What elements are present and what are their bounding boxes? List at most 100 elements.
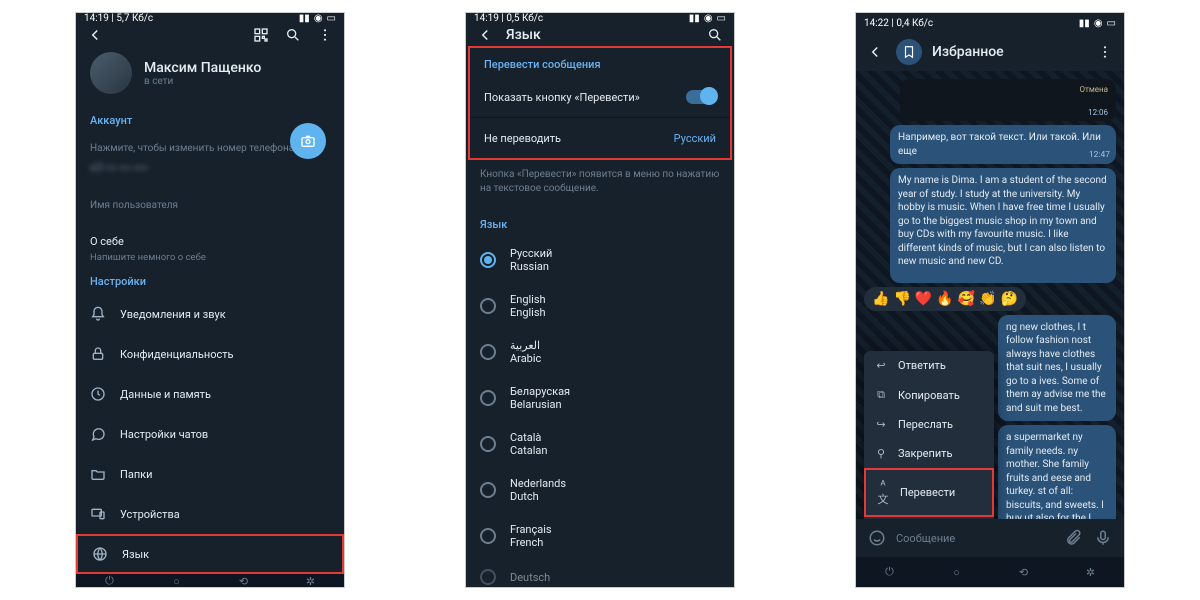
radio-unselected[interactable] [480, 482, 496, 498]
radio-unselected[interactable] [480, 528, 496, 544]
radio-unselected[interactable] [480, 298, 496, 314]
ctx-forward[interactable]: ↪Переслать [864, 410, 994, 439]
reaction-emoji[interactable]: 👎 [893, 291, 910, 307]
more-icon[interactable] [314, 24, 336, 46]
bio-row[interactable]: О себе Напишите немного о себе [76, 225, 344, 265]
lang-option[interactable]: FrançaisFrench [466, 513, 734, 559]
avatar[interactable] [90, 52, 132, 94]
lang-sub: Russian [510, 260, 552, 273]
lock-icon [90, 346, 106, 362]
nav-accessibility-icon[interactable]: ✲ [1083, 566, 1099, 579]
nav-home-icon[interactable]: ○ [169, 575, 185, 588]
reaction-emoji[interactable]: ❤️ [915, 291, 932, 307]
nav-back-icon[interactable]: ⟲ [1016, 566, 1032, 579]
status-bar: 14:19 | 5,7 Кб/с ▮▮ ◉ ▭ [76, 13, 344, 24]
ctx-translate[interactable]: ᴬ文Перевести [864, 468, 994, 517]
android-navbar: ⏻ ○ ⟲ ✲ [76, 574, 344, 588]
battery-icon: ▭ [717, 13, 726, 24]
settings-item-privacy[interactable]: Конфиденциальность [76, 334, 344, 374]
back-icon[interactable] [474, 24, 496, 46]
settings-label: Папки [120, 468, 330, 481]
lang-title: Français [510, 523, 552, 536]
search-icon[interactable] [704, 24, 726, 46]
folder-icon [90, 466, 106, 482]
chat-title: Избранное [932, 44, 1084, 60]
message-text: My name is Dima. I am a student of the s… [898, 175, 1107, 267]
nav-home-icon[interactable]: ○ [949, 566, 965, 579]
reaction-bar[interactable]: 👍 👎 ❤️ 🔥 🥰 👏 🤔 [864, 287, 1026, 311]
search-icon[interactable] [282, 24, 304, 46]
wifi-icon: ◉ [314, 13, 323, 24]
radio-selected[interactable] [480, 252, 496, 268]
context-menu: ↩Ответить ⧉Копировать ↪Переслать ⚲Закреп… [864, 351, 994, 519]
settings-item-devices[interactable]: Устройства [76, 494, 344, 534]
attach-icon[interactable] [1062, 527, 1084, 549]
lang-option[interactable]: БеларускаяBelarusian [466, 375, 734, 421]
lang-title: Deutsch [510, 571, 550, 584]
message-bubble-partial[interactable]: ng new clothes, I t follow fashion nost … [998, 315, 1116, 422]
bell-icon [90, 306, 106, 322]
radio-unselected[interactable] [480, 344, 496, 360]
radio-unselected[interactable] [480, 569, 496, 585]
more-icon[interactable] [1094, 41, 1116, 63]
ctx-label: Закрепить [898, 447, 952, 460]
toggle-on[interactable] [686, 90, 716, 104]
lang-option[interactable]: NederlandsDutch [466, 467, 734, 513]
ctx-reply[interactable]: ↩Ответить [864, 351, 994, 380]
radio-unselected[interactable] [480, 436, 496, 452]
profile-header[interactable]: Максим Пащенко в сети [76, 46, 344, 104]
settings-item-chat[interactable]: Настройки чатов [76, 414, 344, 454]
message-bubble[interactable]: My name is Dima. I am a student of the s… [890, 168, 1116, 283]
settings-item-language[interactable]: Язык [76, 534, 344, 574]
toolbar: Избранное [856, 33, 1124, 71]
emoji-icon[interactable] [866, 527, 888, 549]
username-row[interactable]: Имя пользователя [76, 185, 344, 225]
settings-item-data[interactable]: Данные и память [76, 374, 344, 414]
back-icon[interactable] [864, 41, 886, 63]
no-translate-row[interactable]: Не переводить Русский [470, 118, 730, 158]
language-section-head: Язык [466, 208, 734, 237]
lang-option[interactable]: CatalàCatalan [466, 421, 734, 467]
lang-option[interactable]: РусскийRussian [466, 237, 734, 283]
nav-back-icon[interactable]: ⟲ [236, 575, 252, 588]
settings-item-notifications[interactable]: Уведомления и звук [76, 294, 344, 334]
reaction-emoji[interactable]: 🥰 [958, 291, 975, 307]
status-time: 14:22 [864, 18, 889, 29]
lang-option[interactable]: Deutsch [466, 559, 734, 588]
signal-icon: ▮▮ [689, 13, 700, 24]
reaction-emoji[interactable]: 🤔 [1001, 291, 1018, 307]
lang-sub: English [510, 306, 546, 319]
phone-number-blurred[interactable]: +7 ••• ••• •••• [76, 156, 344, 185]
message-bubble-partial[interactable]: a supermarket ny family needs. ny mother… [998, 425, 1116, 519]
nav-power-icon[interactable]: ⏻ [882, 565, 898, 579]
lang-option[interactable]: العربيةArabic [466, 329, 734, 375]
change-photo-fab[interactable] [290, 123, 326, 159]
ctx-pin[interactable]: ⚲Закрепить [864, 439, 994, 468]
battery-icon: ▭ [327, 13, 336, 24]
settings-label: Настройки чатов [120, 428, 330, 441]
ctx-copy[interactable]: ⧉Копировать [864, 380, 994, 410]
radio-unselected[interactable] [480, 390, 496, 406]
message-bubble[interactable]: Например, вот такой текст. Или такой. Ил… [890, 125, 1116, 164]
settings-label: Устройства [120, 508, 330, 521]
chat-scroll[interactable]: Отмена 12:06 Например, вот такой текст. … [856, 71, 1124, 519]
saved-messages-avatar[interactable] [896, 39, 922, 65]
mic-icon[interactable] [1092, 527, 1114, 549]
reaction-emoji[interactable]: 👏 [979, 291, 996, 307]
status-bar: 14:22 | 0,4 Кб/с ▮▮◉▭ [856, 13, 1124, 33]
reaction-emoji[interactable]: 🔥 [936, 291, 953, 307]
devices-icon [90, 506, 106, 522]
reaction-emoji[interactable]: 👍 [872, 291, 889, 307]
ctx-edit[interactable]: ✎Изменить [864, 517, 994, 519]
show-translate-toggle[interactable]: Показать кнопку «Перевести» [470, 77, 730, 117]
settings-item-folders[interactable]: Папки [76, 454, 344, 494]
back-icon[interactable] [84, 24, 106, 46]
embedded-preview[interactable]: Отмена 12:06 [900, 79, 1116, 121]
nav-power-icon[interactable]: ⏻ [102, 574, 118, 588]
preview-cancel[interactable]: Отмена [1080, 85, 1109, 94]
qr-icon[interactable] [250, 24, 272, 46]
nav-accessibility-icon[interactable]: ✲ [303, 575, 319, 588]
lang-option[interactable]: EnglishEnglish [466, 283, 734, 329]
message-input[interactable]: Сообщение [896, 532, 1054, 545]
status-speed: 0,5 Кб/с [506, 13, 543, 24]
